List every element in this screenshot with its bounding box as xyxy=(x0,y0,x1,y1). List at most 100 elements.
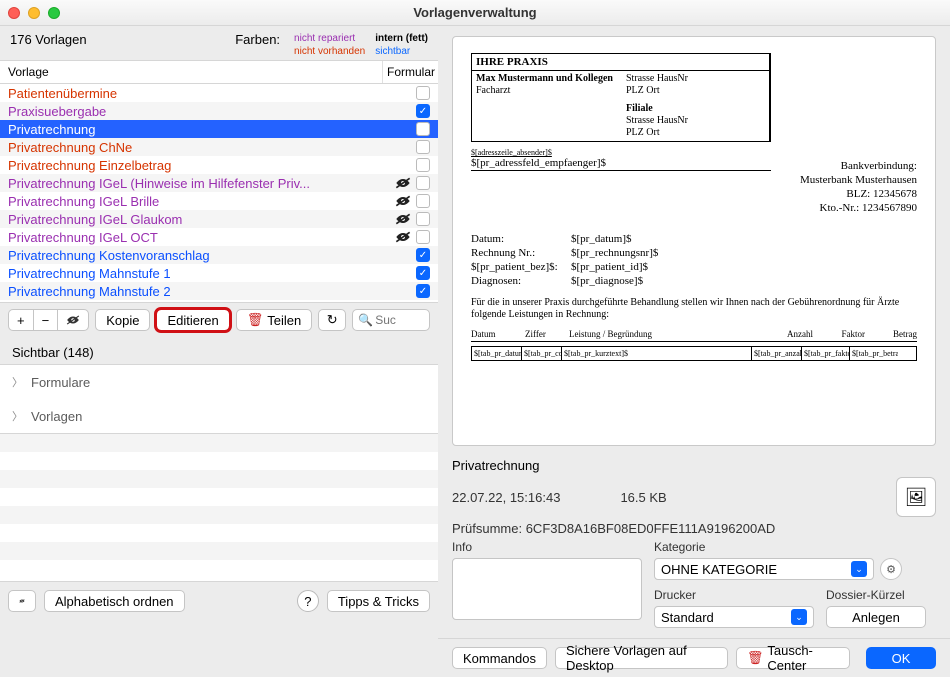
sichere-vorlagen-button[interactable]: Sichere Vorlagen auf Desktop xyxy=(555,647,728,669)
table-row[interactable]: Privatrechnung Kostenvoranschlag ✓ xyxy=(0,246,438,264)
table-row[interactable]: Privatrechnung Mahnstufe 3✓ xyxy=(0,300,438,302)
formular-checkbox[interactable]: ✓ xyxy=(416,248,430,262)
kv-datum-label: Datum: xyxy=(471,233,571,245)
copy-button[interactable]: Kopie xyxy=(95,309,150,331)
col-vorlage[interactable]: Vorlage xyxy=(0,61,382,83)
formular-checkbox[interactable] xyxy=(416,230,430,244)
formular-checkbox[interactable] xyxy=(416,194,430,208)
formular-checkbox[interactable]: ✓ xyxy=(416,104,430,118)
group-formulare-label: Formulare xyxy=(31,375,90,390)
preview-ort1: PLZ Ort xyxy=(626,85,765,97)
detail-checksum: Prüfsumme: 6CF3D8A16BF08ED0FFE111A919620… xyxy=(452,521,936,536)
table-row[interactable]: Privatrechnung Mahnstufe 1 ✓ xyxy=(0,264,438,282)
formular-checkbox[interactable] xyxy=(416,140,430,154)
row-label: Privatrechnung Kostenvoranschlag xyxy=(8,248,370,263)
row-label: Privatrechnung xyxy=(8,122,370,137)
row-label: Privatrechnung Mahnstufe 3 xyxy=(8,302,370,303)
search-field[interactable]: 🔍 xyxy=(352,309,430,331)
table-row[interactable]: Patientenübermine xyxy=(0,84,438,102)
row-label: Privatrechnung IGeL Glaukom xyxy=(8,212,370,227)
kv-diag-label: Diagnosen: xyxy=(471,275,571,287)
table-row[interactable]: Praxisuebergabe✓ xyxy=(0,102,438,120)
formular-checkbox[interactable]: ✓ xyxy=(416,266,430,280)
group-vorlagen[interactable]: 〉 Vorlagen xyxy=(0,399,438,433)
kv-datum-val: $[pr_datum]$ xyxy=(571,233,917,245)
row-label: Privatrechnung ChNe xyxy=(8,140,370,155)
anlegen-button[interactable]: Anlegen xyxy=(826,606,926,628)
row-label: Privatrechnung Einzelbetrag xyxy=(8,158,370,173)
template-list[interactable]: PatientenüberminePraxisuebergabe✓ Privatr… xyxy=(0,84,438,302)
sh-faktor: Faktor xyxy=(817,329,865,339)
tausch-center-button[interactable]: 🗑Tausch-Center xyxy=(736,647,850,669)
share-button[interactable]: 🗑Teilen xyxy=(236,309,312,331)
chevron-right-icon: 〉 xyxy=(12,408,23,424)
share-label: Teilen xyxy=(267,313,301,328)
col-formular[interactable]: Formular xyxy=(382,61,438,83)
table-header: Vorlage Formular xyxy=(0,60,438,84)
help-button[interactable]: ? xyxy=(297,590,319,612)
kategorie-gear-button[interactable]: ⚙ xyxy=(880,558,902,580)
kategorie-select[interactable]: OHNE KATEGORIE ⌄ xyxy=(654,558,874,580)
drucker-label: Drucker xyxy=(654,588,814,602)
sh-ziffer: Ziffer xyxy=(525,329,565,339)
sr-anz: $[tab_pr_anzahl]$ xyxy=(752,347,802,360)
table-row[interactable]: Privatrechnung IGeL (Hinweise im Hilfefe… xyxy=(0,174,438,192)
ok-button[interactable]: OK xyxy=(866,647,936,669)
row-label: Privatrechnung IGeL Brille xyxy=(8,194,370,209)
titlebar: Vorlagenverwaltung xyxy=(0,0,950,26)
hidden-icon xyxy=(394,195,412,207)
kommandos-button[interactable]: Kommandos xyxy=(452,647,547,669)
sr-datum: $[tab_pr_datum]$ xyxy=(472,347,522,360)
chevron-right-icon: 〉 xyxy=(12,374,23,390)
row-label: Privatrechnung IGeL (Hinweise im Hilfefe… xyxy=(8,176,370,191)
preview-praxis-title: IHRE PRAXIS xyxy=(472,54,770,71)
table-row[interactable]: Privatrechnung Mahnstufe 2 ✓ xyxy=(0,282,438,300)
table-row[interactable]: Privatrechnung ChNe xyxy=(0,138,438,156)
tips-button[interactable]: Tipps & Tricks xyxy=(327,590,430,612)
table-row[interactable]: Privatrechnung IGeL Brille xyxy=(0,192,438,210)
refresh-button[interactable]: ↻ xyxy=(318,309,346,331)
formular-checkbox[interactable] xyxy=(416,176,430,190)
formular-checkbox[interactable] xyxy=(416,122,430,136)
detail-date: 22.07.22, 15:16:43 xyxy=(452,490,560,505)
sh-leistung: Leistung / Begründung xyxy=(569,329,759,339)
remove-button[interactable]: − xyxy=(33,309,58,331)
group-formulare[interactable]: 〉 Formulare xyxy=(0,365,438,399)
table-row[interactable]: Privatrechnung xyxy=(0,120,438,138)
sr-fak: $[tab_pr_faktor]$ xyxy=(802,347,850,360)
formular-checkbox[interactable]: ✓ xyxy=(416,284,430,298)
legend-label: Farben: xyxy=(235,32,280,47)
row-label: Privatrechnung IGeL OCT xyxy=(8,230,370,245)
sh-betrag: Betrag xyxy=(869,329,917,339)
sh-datum: Datum xyxy=(471,329,521,339)
visibility-filter-button[interactable] xyxy=(8,590,36,612)
row-label: Privatrechnung Mahnstufe 1 xyxy=(8,266,370,281)
hidden-icon xyxy=(394,213,412,225)
document-icon[interactable]: 🖼 xyxy=(896,477,936,517)
kv-diag-val: $[pr_diagnose]$ xyxy=(571,275,917,287)
legend-intern: intern (fett) xyxy=(375,32,428,45)
preview-empfaenger: $[pr_adressfeld_empfaenger]$ xyxy=(471,157,771,171)
table-row[interactable]: Privatrechnung IGeL Glaukom xyxy=(0,210,438,228)
formular-checkbox[interactable] xyxy=(416,158,430,172)
kv-rechnr-label: Rechnung Nr.: xyxy=(471,247,571,259)
sort-alpha-button[interactable]: Alphabetisch ordnen xyxy=(44,590,185,612)
sh-anzahl: Anzahl xyxy=(763,329,813,339)
legend-not-repaired: nicht repariert xyxy=(294,32,365,45)
chevron-down-icon: ⌄ xyxy=(791,609,807,625)
info-textarea[interactable] xyxy=(452,558,642,620)
kv-pat-label: $[pr_patient_bez]$: xyxy=(471,261,571,273)
table-row[interactable]: Privatrechnung IGeL OCT xyxy=(0,228,438,246)
chevron-down-icon: ⌄ xyxy=(851,561,867,577)
visibility-toggle-button[interactable] xyxy=(57,309,89,331)
formular-checkbox[interactable] xyxy=(416,86,430,100)
formular-checkbox[interactable] xyxy=(416,212,430,226)
table-row[interactable]: Privatrechnung Einzelbetrag xyxy=(0,156,438,174)
dossier-label: Dossier-Kürzel xyxy=(826,588,926,602)
row-label: Privatrechnung Mahnstufe 2 xyxy=(8,284,370,299)
visible-header: Sichtbar (148) xyxy=(0,337,438,364)
edit-button[interactable]: Editieren xyxy=(156,309,229,331)
add-button[interactable]: + xyxy=(8,309,33,331)
group-vorlagen-label: Vorlagen xyxy=(31,409,82,424)
drucker-select[interactable]: Standard ⌄ xyxy=(654,606,814,628)
